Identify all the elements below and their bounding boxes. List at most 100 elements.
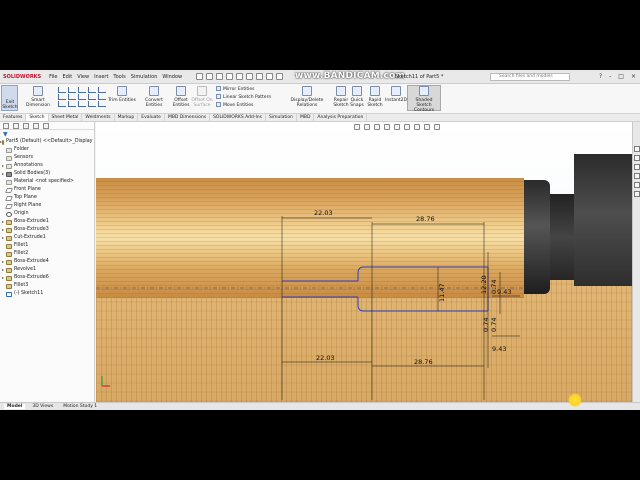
dimxpert-icon[interactable] <box>33 123 39 129</box>
menu-window[interactable]: Window <box>162 74 182 80</box>
linear-sketch-pattern-button[interactable]: Linear Sketch Pattern <box>216 94 271 100</box>
tree-item[interactable]: (-) Sketch11 <box>0 290 94 298</box>
tree-item[interactable]: Fillet1 <box>0 242 94 250</box>
tree-item[interactable]: ▸ Cut-Extrude1 <box>0 234 94 242</box>
graphics-area[interactable]: 22.03 28.76 9.43 12.20 0.74 11.47 0.74 0… <box>96 122 632 402</box>
tab-model[interactable]: Model <box>4 404 26 409</box>
smart-dimension-button[interactable]: Smart Dimension <box>20 86 56 108</box>
menu-insert[interactable]: Insert <box>94 74 108 80</box>
chamfer-icon[interactable] <box>88 101 96 107</box>
rectangle-icon[interactable] <box>68 87 76 93</box>
home-icon[interactable] <box>196 73 204 80</box>
tree-root[interactable]: ▸ Part5 (Default) <<Default>_Display S <box>0 138 94 146</box>
spline-icon[interactable] <box>68 94 76 100</box>
tree-item[interactable]: Top Plane <box>0 194 94 202</box>
dim-bottom-left[interactable]: 22.03 <box>316 354 335 362</box>
quick-snaps-button[interactable]: Quick Snaps <box>350 86 364 108</box>
tab-weldments[interactable]: Weldments <box>82 114 115 121</box>
centerline-icon[interactable] <box>78 101 86 107</box>
menu-edit[interactable]: Edit <box>63 74 73 80</box>
tab-mbd[interactable]: MBD <box>297 114 315 121</box>
line-icon[interactable] <box>58 87 66 93</box>
text-icon[interactable] <box>58 101 66 107</box>
feature-tree-icon[interactable] <box>3 123 9 129</box>
menu-tools[interactable]: Tools <box>113 74 125 80</box>
tree-item[interactable]: Sensors <box>0 154 94 162</box>
new-document-icon[interactable] <box>206 73 214 80</box>
move-entities-button[interactable]: Move Entities <box>216 102 253 108</box>
dim-bottom-mid[interactable]: 28.76 <box>414 358 433 366</box>
dim-vert-c[interactable]: 0.74 <box>482 318 490 332</box>
tree-item[interactable]: Right Plane <box>0 202 94 210</box>
tab-analysis-preparation[interactable]: Analysis Preparation <box>314 114 368 121</box>
minimize-button[interactable]: - <box>609 73 611 80</box>
display-manager-icon[interactable] <box>43 123 49 129</box>
convert-entities-button[interactable]: Convert Entities <box>137 86 171 108</box>
dim-vert-b[interactable]: 0.74 <box>490 280 498 294</box>
dim-top-mid[interactable]: 28.76 <box>416 215 435 223</box>
dim-top-left[interactable]: 22.03 <box>314 209 333 217</box>
file-explorer-icon[interactable] <box>633 164 640 170</box>
tab-features[interactable]: Features <box>0 114 27 121</box>
dim-right-upper[interactable]: 9.43 <box>497 288 511 296</box>
dim-bottom-right[interactable]: 9.43 <box>492 345 506 353</box>
menu-view[interactable]: View <box>77 74 89 80</box>
tree-item[interactable]: Fillet3 <box>0 282 94 290</box>
tree-item[interactable]: ▸ Solid Bodies(3) <box>0 170 94 178</box>
tree-item[interactable]: ▸ Boss-Extrude1 <box>0 218 94 226</box>
rebuild-icon[interactable] <box>266 73 274 80</box>
select-icon[interactable] <box>256 73 264 80</box>
fillet-icon[interactable] <box>88 94 96 100</box>
point-icon[interactable] <box>98 94 106 100</box>
offset-on-surface-button[interactable]: Offset On Surface <box>191 86 213 108</box>
slot-icon[interactable] <box>78 87 86 93</box>
help-icon[interactable]: ? <box>599 73 602 80</box>
custom-properties-icon[interactable] <box>633 191 640 197</box>
configuration-icon[interactable] <box>23 123 29 129</box>
tree-item[interactable]: Fillet2 <box>0 250 94 258</box>
arc-icon[interactable] <box>98 87 106 93</box>
trim-entities-button[interactable]: Trim Entities <box>108 86 136 103</box>
options-gear-icon[interactable] <box>276 73 284 80</box>
tree-item[interactable]: Front Plane <box>0 186 94 194</box>
tab-3d-views[interactable]: 3D Views <box>29 404 56 409</box>
view-palette-icon[interactable] <box>633 173 640 179</box>
tree-item[interactable]: ▸ Boss-Extrude4 <box>0 258 94 266</box>
polygon-icon[interactable] <box>58 94 66 100</box>
sketch-arc-lower[interactable] <box>357 297 488 312</box>
plane-icon[interactable] <box>68 101 76 107</box>
ellipse-icon[interactable] <box>78 94 86 100</box>
close-button[interactable]: × <box>631 73 636 80</box>
offset-entities-button[interactable]: Offset Entities <box>172 86 190 108</box>
tree-item[interactable]: Material <not specified> <box>0 178 94 186</box>
tree-item[interactable]: ▸ Annotations <box>0 162 94 170</box>
tab-evaluate[interactable]: Evaluate <box>138 114 165 121</box>
menu-simulation[interactable]: Simulation <box>131 74 158 80</box>
dim-vert-d[interactable]: 0.74 <box>490 318 498 332</box>
repair-sketch-button[interactable]: Repair Sketch <box>333 86 349 108</box>
property-manager-icon[interactable] <box>13 123 19 129</box>
rapid-sketch-button[interactable]: Rapid Sketch <box>366 86 384 108</box>
search-input[interactable]: Search files and models <box>490 73 570 81</box>
tab-sheet-metal[interactable]: Sheet Metal <box>49 114 83 121</box>
display-delete-relations-button[interactable]: Display/Delete Relations <box>282 86 332 108</box>
dim-vert-a[interactable]: 12.20 <box>480 275 488 294</box>
mirror-entities-button[interactable]: Mirror Entities <box>216 86 255 92</box>
circle-icon[interactable] <box>88 87 96 93</box>
tab-mbd-dimensions[interactable]: MBD Dimensions <box>165 114 211 121</box>
tab-sketch[interactable]: Sketch <box>26 114 49 121</box>
dim-center-height[interactable]: 11.47 <box>438 283 446 302</box>
tree-item[interactable]: ▸ Boss-Extrude6 <box>0 274 94 282</box>
tab-addins[interactable]: SOLIDWORKS Add-Ins <box>210 114 266 121</box>
resources-icon[interactable] <box>633 146 640 152</box>
tree-item[interactable]: ▸ Boss-Extrude3 <box>0 226 94 234</box>
instant2d-button[interactable]: Instant2D <box>385 86 407 103</box>
tree-item[interactable]: Origin <box>0 210 94 218</box>
sketch-arc-upper[interactable] <box>357 266 488 281</box>
offset-icon[interactable] <box>98 101 106 107</box>
tree-item[interactable]: ▸ Revolve1 <box>0 266 94 274</box>
tab-simulation[interactable]: Simulation <box>266 114 297 121</box>
open-icon[interactable] <box>216 73 224 80</box>
tab-motion-study[interactable]: Motion Study 1 <box>60 404 100 409</box>
filter-icon[interactable]: ▼ <box>0 130 94 138</box>
